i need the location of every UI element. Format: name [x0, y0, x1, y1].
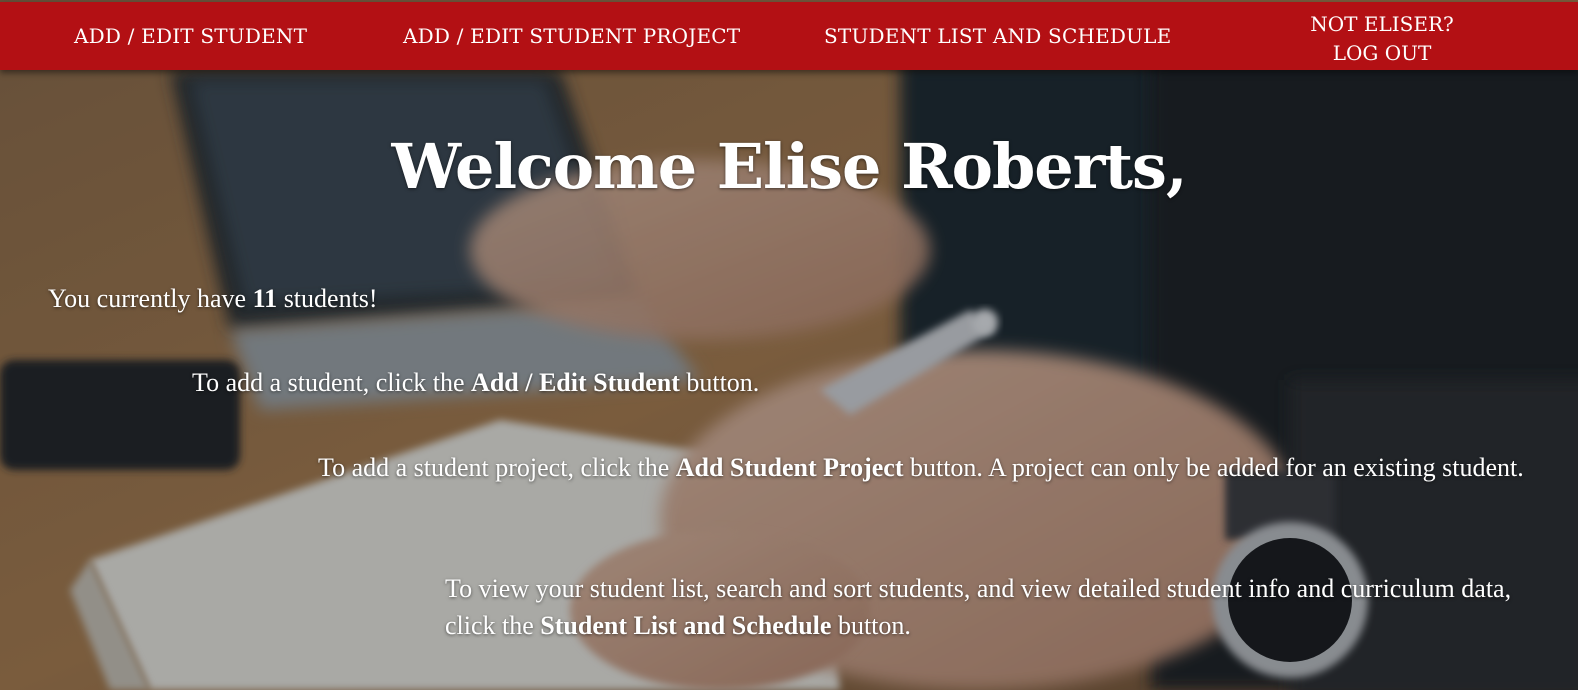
logout-text[interactable]: LOG OUT: [1302, 39, 1462, 68]
nav-add-edit-student[interactable]: ADD / EDIT STUDENT: [74, 24, 307, 48]
nav-add-edit-student-project[interactable]: ADD / EDIT STUDENT PROJECT: [403, 24, 740, 48]
count-prefix: You currently have: [48, 284, 253, 313]
student-list-instruction: To view your student list, search and so…: [445, 570, 1555, 644]
add-project-button-reference: Add Student Project: [675, 453, 904, 482]
count-suffix: students!: [277, 284, 378, 313]
add-student-suffix: button.: [679, 368, 760, 397]
add-student-instruction: To add a student, click the Add / Edit S…: [192, 364, 759, 401]
student-list-suffix: button.: [831, 611, 911, 640]
not-user-text[interactable]: NOT ELISER?: [1302, 10, 1462, 39]
add-project-prefix: To add a student project, click the: [318, 453, 676, 482]
student-count-number: 11: [252, 284, 278, 313]
student-count-text: You currently have 11 students!: [48, 280, 378, 317]
add-student-prefix: To add a student, click the: [192, 368, 472, 397]
add-student-button-reference: Add / Edit Student: [471, 368, 680, 397]
nav-student-list-and-schedule[interactable]: STUDENT LIST AND SCHEDULE: [824, 24, 1171, 48]
welcome-heading: Welcome Elise Roberts,: [391, 130, 1187, 203]
add-project-suffix: button. A project can only be added for …: [903, 453, 1524, 482]
add-project-instruction: To add a student project, click the Add …: [318, 449, 1538, 486]
student-list-button-reference: Student List and Schedule: [540, 611, 832, 640]
top-navbar: ADD / EDIT STUDENT ADD / EDIT STUDENT PR…: [0, 2, 1578, 70]
logout-link[interactable]: NOT ELISER? LOG OUT: [1302, 10, 1462, 68]
main-content: Welcome Elise Roberts, You currently hav…: [0, 0, 1578, 690]
